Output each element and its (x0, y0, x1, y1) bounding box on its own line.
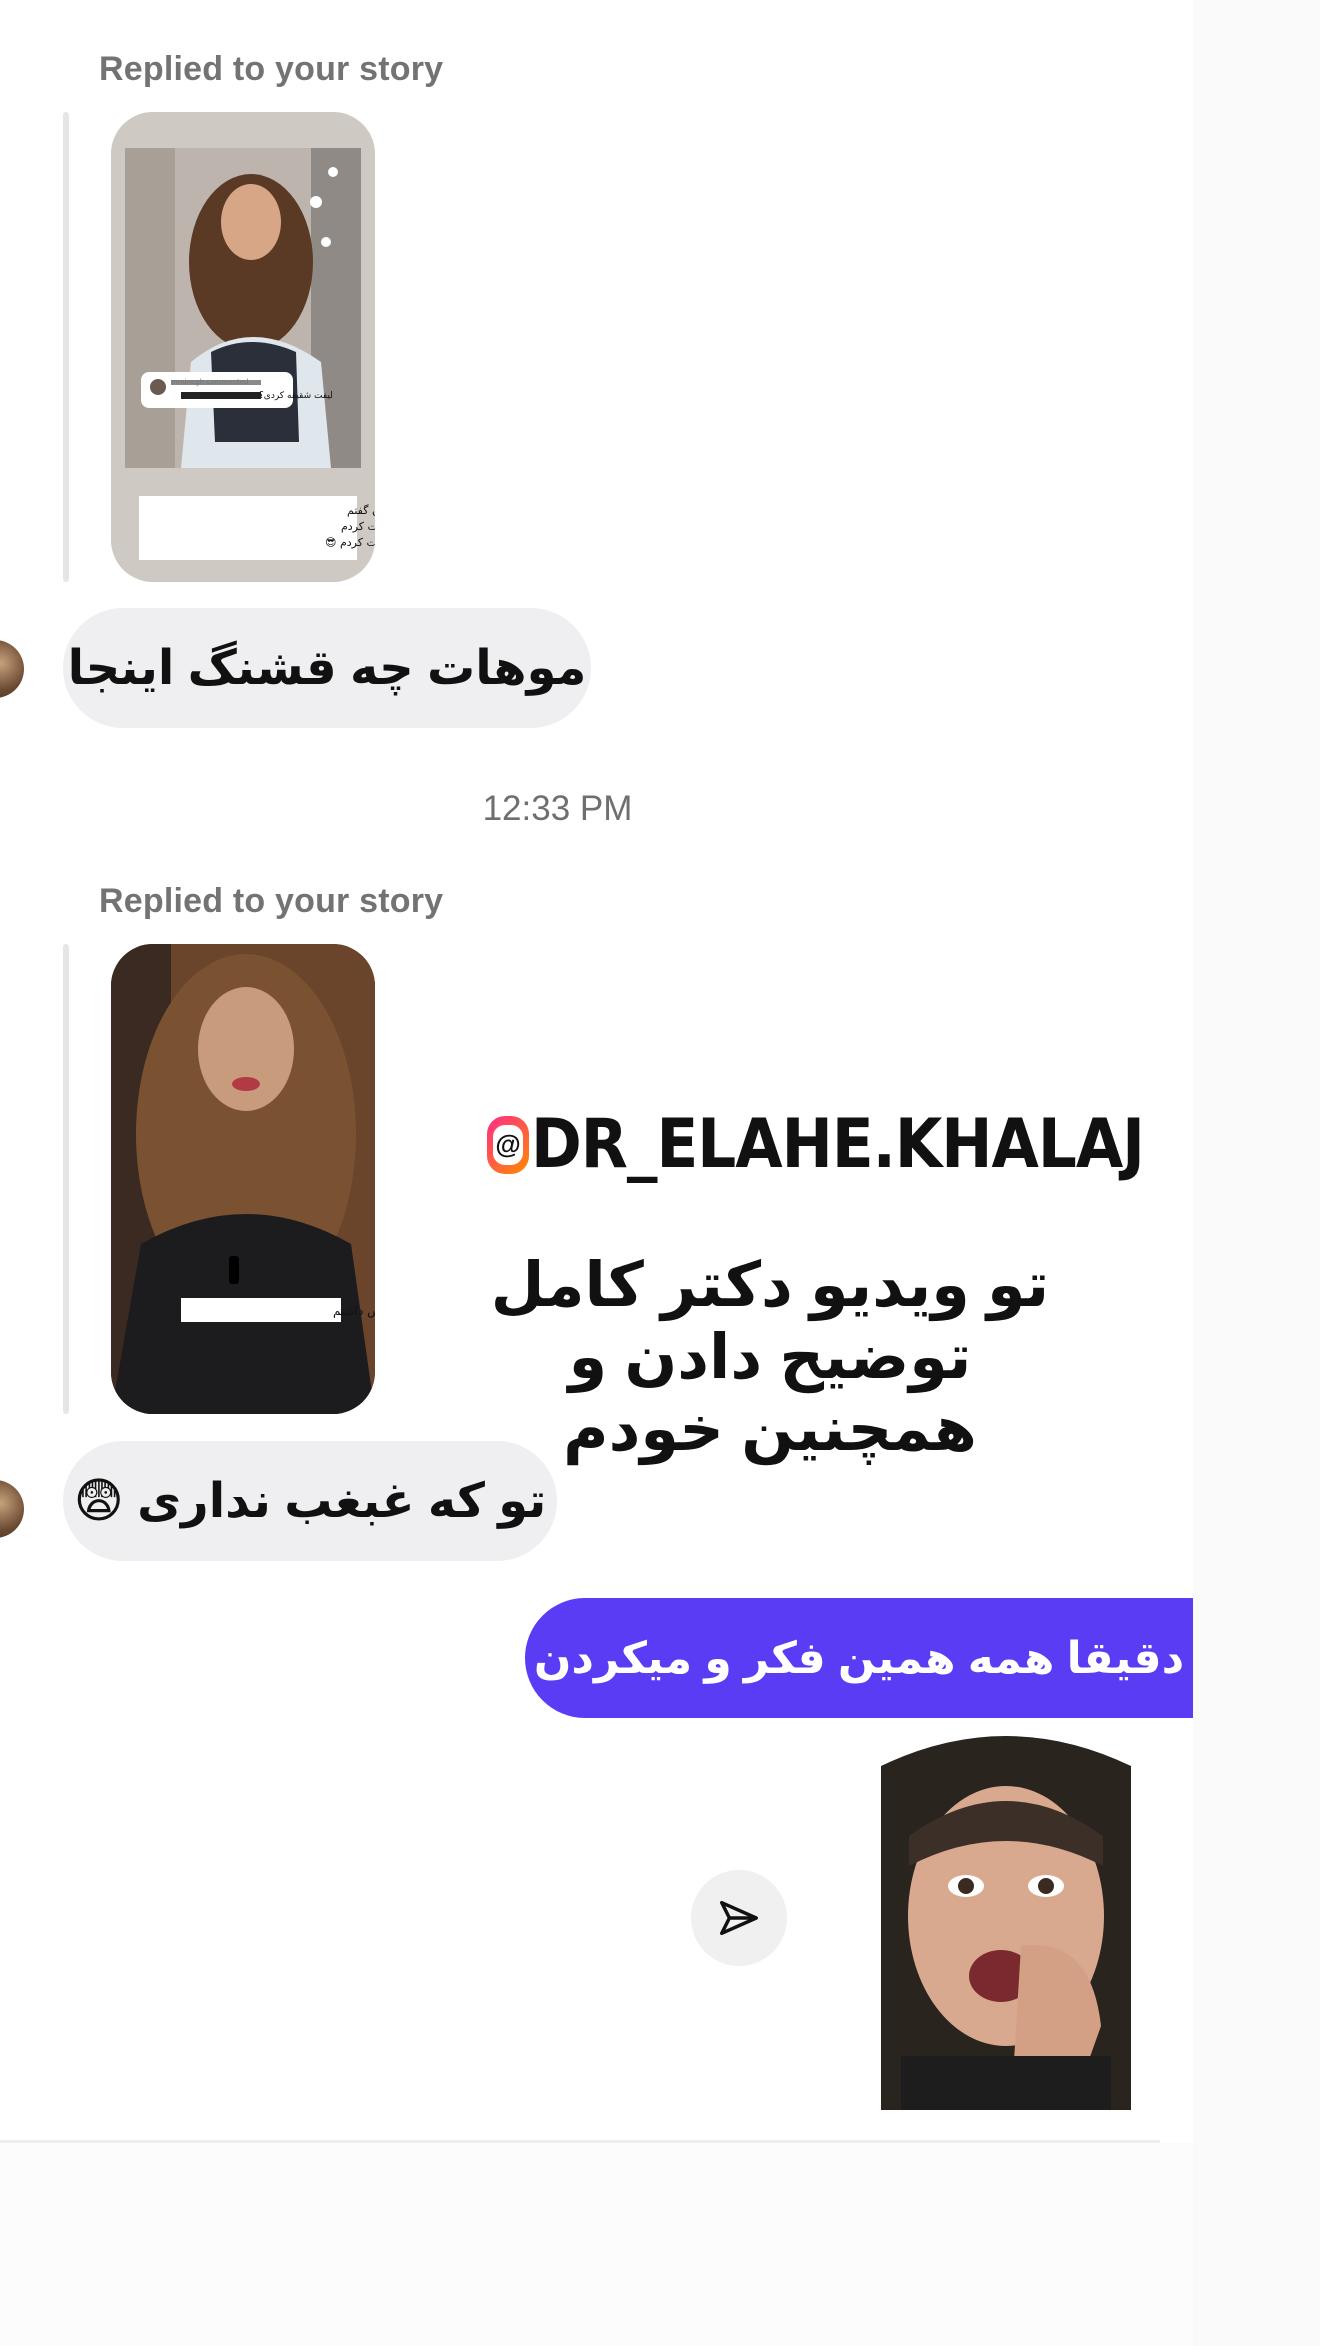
story-2-caption: واقعیت من خیلی استرس داشتم (333, 1304, 375, 1319)
composer-area (0, 2143, 1193, 2346)
paper-plane-icon (720, 1900, 758, 1936)
sender-avatar[interactable] (0, 640, 24, 698)
sticker-face-illustration (881, 1736, 1131, 2110)
story-2-illustration: واقعیت من خیلی استرس داشتم (111, 944, 375, 1414)
threads-logo-icon: @ (487, 1115, 529, 1174)
story-thumbnail-2[interactable]: واقعیت من خیلی استرس داشتم (111, 944, 375, 1414)
right-side-panel (1193, 0, 1320, 2346)
story-1-comment-text: لیفت شقیقه کردی؟ (259, 391, 333, 401)
story-1-caption-line-1: ببین همین الان تو استوری قبل بهتون گفتم (347, 504, 375, 517)
send-button[interactable] (691, 1870, 787, 1966)
story-1-caption-line-3: در صورتی که کاشت کردم 😎 (325, 536, 375, 549)
timestamp: 12:33 PM (482, 789, 633, 828)
story-quote-bar (63, 112, 69, 582)
incoming-message-1[interactable]: موهات چه قشنگ اینجا (63, 608, 591, 728)
overlay-caption: تو ویدیو دکتر کامل توضیح دادن و همچنین خ… (490, 1251, 1050, 1464)
replied-to-story-label: Replied to your story (99, 882, 444, 920)
overlay-handle-text: DR_ELAHE.KHALAJ (531, 1105, 1145, 1184)
replied-to-story-label: Replied to your story (99, 50, 444, 88)
story-1-illustration: ببین همین الان تو استوری قبل بهتون گفتم … (111, 112, 375, 582)
sticker-image[interactable] (861, 1726, 1150, 2110)
story-1-caption-line-2: خیلی ها فکر میکردن من لیفت کردم (341, 520, 375, 533)
overlay-handle: @ DR_ELAHE.KHALAJ (487, 1105, 1145, 1184)
story-quote-bar (63, 944, 69, 1414)
sender-avatar[interactable] (0, 1480, 24, 1538)
outgoing-message[interactable]: دقیقا همه همین فکر و میکردن (525, 1598, 1193, 1718)
incoming-message-2[interactable]: تو که غبغب نداری 😨 (63, 1441, 557, 1561)
story-thumbnail-1[interactable]: ببین همین الان تو استوری قبل بهتون گفتم … (111, 112, 375, 582)
story-1-comment-label: mminegh commented (171, 378, 248, 386)
